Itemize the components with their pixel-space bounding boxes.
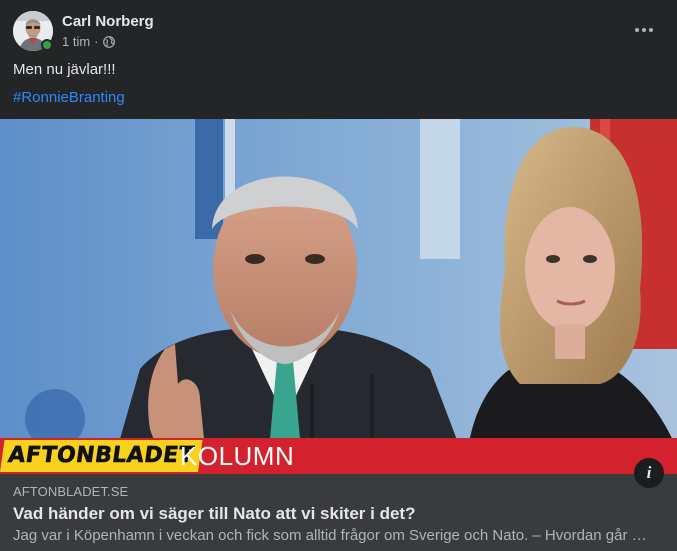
kolumn-label: KOLUMN: [180, 441, 295, 471]
post-meta: 1 tim ·: [62, 34, 115, 49]
hashtag-link[interactable]: #RonnieBranting: [13, 89, 125, 106]
dot-icon: [642, 28, 646, 32]
link-preview-card[interactable]: AFTONBLADET.SE Vad händer om vi säger ti…: [0, 474, 677, 551]
link-title[interactable]: Vad händer om vi säger till Nato att vi …: [13, 504, 415, 524]
dot-icon: [649, 28, 653, 32]
post-time[interactable]: 1 tim: [62, 34, 90, 49]
facebook-post: Carl Norberg 1 tim · Men nu jävlar!!! #R…: [0, 0, 677, 551]
dot-icon: [635, 28, 639, 32]
author-name[interactable]: Carl Norberg: [62, 13, 154, 30]
post-header: Carl Norberg 1 tim ·: [0, 0, 677, 60]
online-status-dot: [41, 39, 53, 51]
link-description: Jag var i Köpenhamn i veckan och fick so…: [13, 527, 647, 544]
globe-icon: [102, 35, 115, 48]
info-icon[interactable]: i: [634, 458, 664, 488]
more-options-button[interactable]: [628, 14, 660, 46]
aftonbladet-logo: AFTONBLADET: [0, 440, 203, 472]
meta-separator: ·: [94, 34, 99, 49]
post-text: Men nu jävlar!!!: [13, 61, 116, 78]
link-preview-image[interactable]: [0, 119, 677, 474]
link-domain: AFTONBLADET.SE: [13, 484, 129, 499]
